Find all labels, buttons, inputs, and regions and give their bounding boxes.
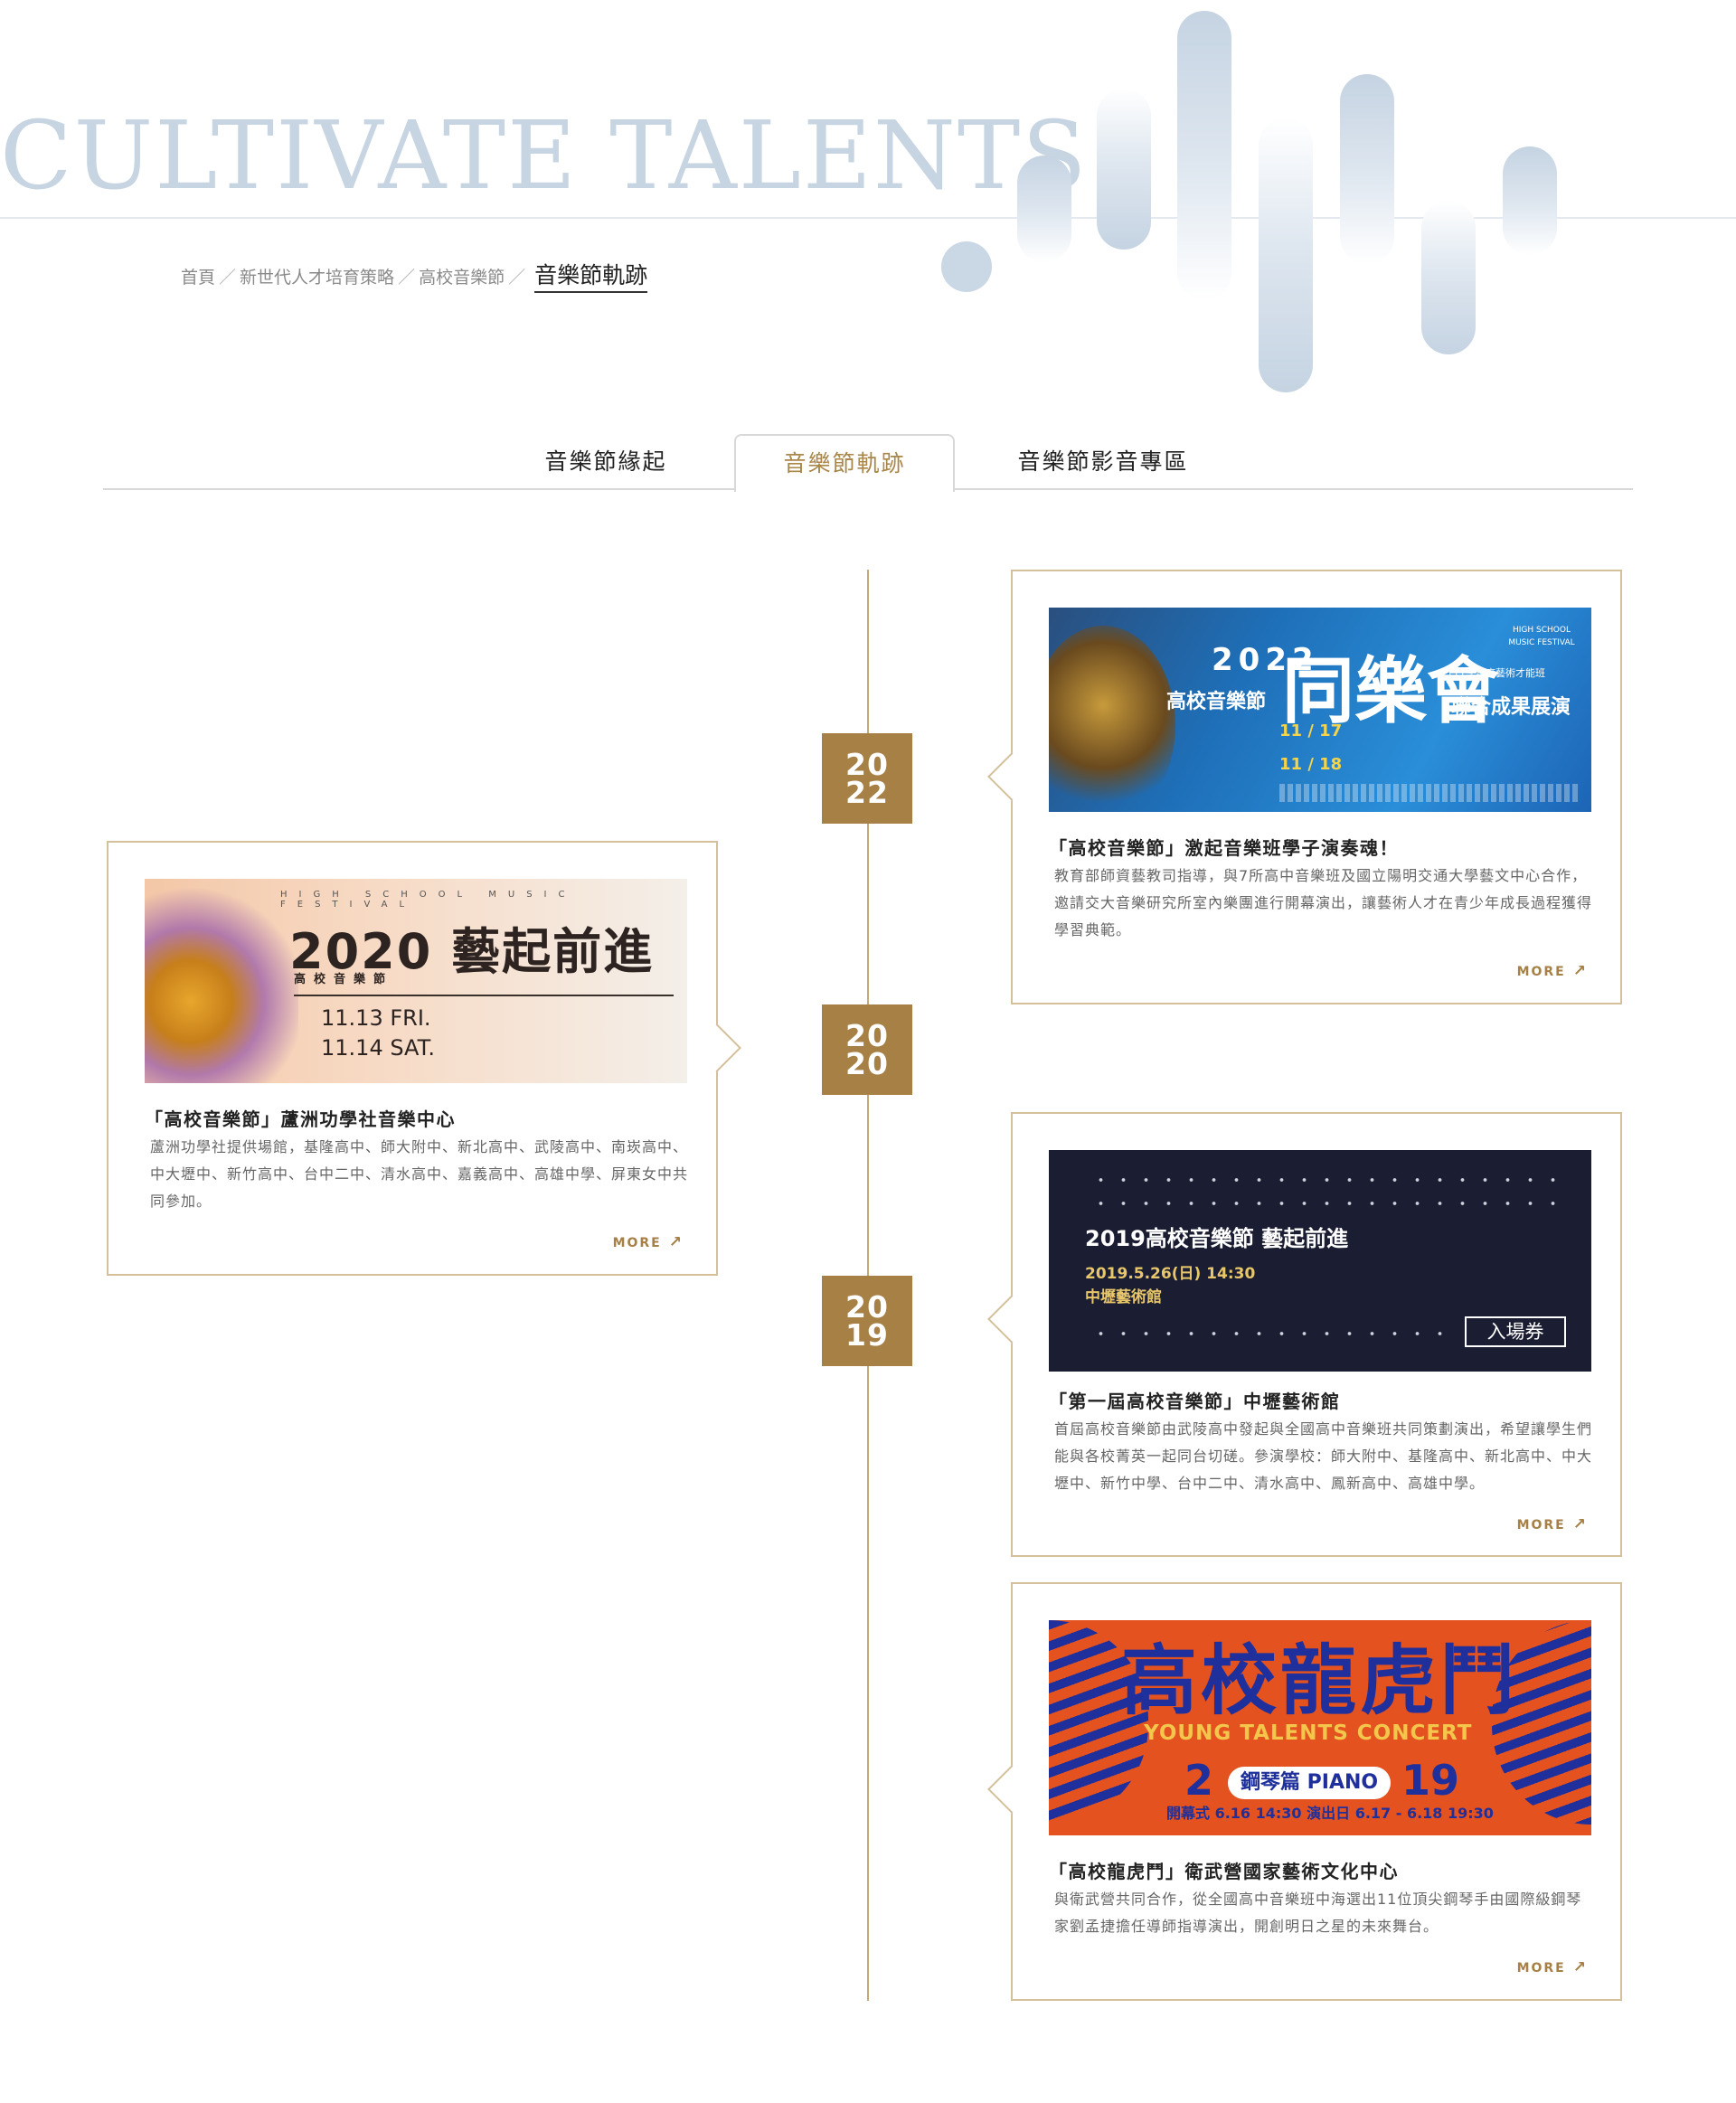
- poster-subtitle: 111學年度藝術才能班: [1447, 667, 1545, 679]
- poster-festival: 高校音樂節: [1166, 691, 1267, 713]
- more-label: MORE: [1516, 965, 1566, 979]
- sound-bar: [1097, 89, 1151, 250]
- sound-bar: [1421, 201, 1476, 354]
- poster-date: 2019.5.26(日) 14:30: [1085, 1265, 1256, 1283]
- poster-2020-image[interactable]: HIGH SCHOOL MUSIC FESTIVAL 2020 藝起前進 高校音…: [145, 879, 687, 1083]
- poster-date-1: 11.13 FRI.: [321, 1005, 431, 1031]
- poster-dots-bottom: [1090, 1331, 1451, 1336]
- timeline-card-2022[interactable]: .card.c1::before{top:212px;} HIGH SCHOOL…: [1011, 570, 1622, 1004]
- breadcrumb-current: 音樂節軌跡: [534, 262, 648, 293]
- poster-2022-image[interactable]: HIGH SCHOOL MUSIC FESTIVAL 2022 高校音樂節 同樂…: [1049, 608, 1591, 812]
- arrow-up-right-icon: ↗: [668, 1233, 684, 1251]
- poster-dots-top: [1090, 1177, 1555, 1183]
- card-title[interactable]: 「第一屆高校音樂節」中壢藝術館: [1049, 1387, 1341, 1413]
- poster-subtitle: 高校音樂節: [294, 973, 394, 986]
- sound-bar: [1340, 74, 1394, 264]
- arrow-up-right-icon: ↗: [1572, 1515, 1588, 1533]
- timeline-card-2020[interactable]: HIGH SCHOOL MUSIC FESTIVAL 2020 藝起前進 高校音…: [107, 841, 718, 1276]
- card-description: 教育部師資藝教司指導，與7所高中音樂班及國立陽明交通大學藝文中心合作，邀請交大音…: [1054, 867, 1593, 938]
- more-link[interactable]: MORE ↗: [1517, 1958, 1588, 1976]
- saxophone-illustration: [1049, 626, 1175, 812]
- card-title[interactable]: 「高校龍虎鬥」衛武營國家藝術文化中心: [1049, 1857, 1399, 1883]
- instrument-illustration: [145, 879, 298, 1083]
- breadcrumb-separator: ／: [508, 268, 526, 288]
- card-description: 與衛武營共同合作，從全國高中音樂班中海選出11位頂尖鋼琴手由國際級鋼琴家劉孟捷擔…: [1054, 1891, 1582, 1935]
- poster-corner-text: HIGH SCHOOL MUSIC FESTIVAL: [1508, 626, 1575, 647]
- card-description: 首屆高校音樂節由武陵高中發起與全國高中音樂班共同策劃演出，希望讓學生們能與各校菁…: [1054, 1420, 1593, 1492]
- poster-2019-image[interactable]: 2019高校音樂節 藝起前進 2019.5.26(日) 14:30 中壢藝術館 …: [1049, 1150, 1591, 1372]
- poster-title: 2019高校音樂節 藝起前進: [1085, 1226, 1349, 1251]
- card-title[interactable]: 「高校音樂節」蘆洲功學社音樂中心: [145, 1105, 456, 1131]
- hero-title: CULTIVATE TALENTS: [0, 100, 1089, 211]
- more-link[interactable]: MORE ↗: [1517, 1515, 1588, 1533]
- poster-young-talents-image[interactable]: 高校龍虎鬥 YOUNG TALENTS CONCERT 2 鋼琴篇 PIANO …: [1049, 1620, 1591, 1835]
- poster-badge: 鋼琴篇 PIANO: [1228, 1767, 1392, 1799]
- poster-rule: [294, 995, 674, 996]
- poster-subtitle-2: 聯合成果展演: [1451, 696, 1571, 719]
- breadcrumb-separator: ／: [219, 268, 237, 288]
- timeline-card-young-talents[interactable]: 高校龍虎鬥 YOUNG TALENTS CONCERT 2 鋼琴篇 PIANO …: [1011, 1582, 1622, 2001]
- tab-media[interactable]: 音樂節影音專區: [986, 434, 1221, 488]
- sound-bar: [1017, 156, 1071, 262]
- poster-title: 高校龍虎鬥: [1121, 1636, 1520, 1725]
- poster-subtitle: YOUNG TALENTS CONCERT: [1144, 1721, 1473, 1745]
- sound-bar: [1177, 11, 1231, 300]
- arrow-up-right-icon: ↗: [1572, 1958, 1588, 1976]
- poster-year-b: 19: [1401, 1756, 1460, 1805]
- breadcrumb-festival[interactable]: 高校音樂節: [419, 268, 505, 288]
- more-label: MORE: [1516, 1518, 1566, 1532]
- poster-date-2: 11.14 SAT.: [321, 1035, 436, 1061]
- breadcrumb: 首頁／新世代人才培育策略／高校音樂節／音樂節軌跡: [181, 258, 648, 293]
- sound-bars-decoration: [940, 0, 1573, 398]
- more-link[interactable]: MORE ↗: [1517, 962, 1588, 980]
- more-label: MORE: [1516, 1961, 1566, 1976]
- tab-origin[interactable]: 音樂節緣起: [506, 434, 705, 488]
- poster-dots-top: [1090, 1201, 1555, 1206]
- year-bottom: 19: [845, 1317, 889, 1353]
- more-label: MORE: [612, 1236, 662, 1250]
- card-description: 蘆洲功學社提供場館，基隆高中、師大附中、新北高中、武陵高中、南崁高中、中大壢中、…: [150, 1138, 689, 1210]
- year-marker-2020: 20 20: [822, 1004, 912, 1095]
- poster-date-1: 11 / 17: [1279, 721, 1343, 740]
- poster-date-2: 11 / 18: [1279, 755, 1343, 774]
- sound-bar: [1259, 118, 1313, 392]
- tab-timeline[interactable]: 音樂節軌跡: [734, 434, 955, 492]
- sound-bar: [1503, 146, 1557, 255]
- poster-fine-print: [1279, 784, 1578, 802]
- poster-venue: 中壢藝術館: [1085, 1288, 1162, 1306]
- year-marker-2019: 20 19: [822, 1276, 912, 1366]
- year-bottom: 20: [845, 1046, 889, 1081]
- card-title[interactable]: 「高校音樂節」激起音樂班學子演奏魂！: [1049, 834, 1399, 860]
- year-bottom: 22: [845, 775, 889, 810]
- timeline-card-2019[interactable]: 2019高校音樂節 藝起前進 2019.5.26(日) 14:30 中壢藝術館 …: [1011, 1112, 1622, 1557]
- more-link[interactable]: MORE ↗: [613, 1233, 684, 1251]
- breadcrumb-separator: ／: [398, 268, 416, 288]
- breadcrumb-home[interactable]: 首頁: [181, 268, 215, 288]
- poster-year-a: 2: [1184, 1756, 1214, 1805]
- poster-ticket-label: 入場券: [1465, 1316, 1566, 1347]
- poster-header: HIGH SCHOOL MUSIC FESTIVAL: [280, 890, 577, 910]
- arrow-up-right-icon: ↗: [1572, 962, 1588, 980]
- year-marker-2022: 20 22: [822, 733, 912, 824]
- breadcrumb-strategy[interactable]: 新世代人才培育策略: [240, 268, 394, 288]
- poster-dates: 開幕式 6.16 14:30 演出日 6.17 - 6.18 19:30: [1166, 1805, 1494, 1822]
